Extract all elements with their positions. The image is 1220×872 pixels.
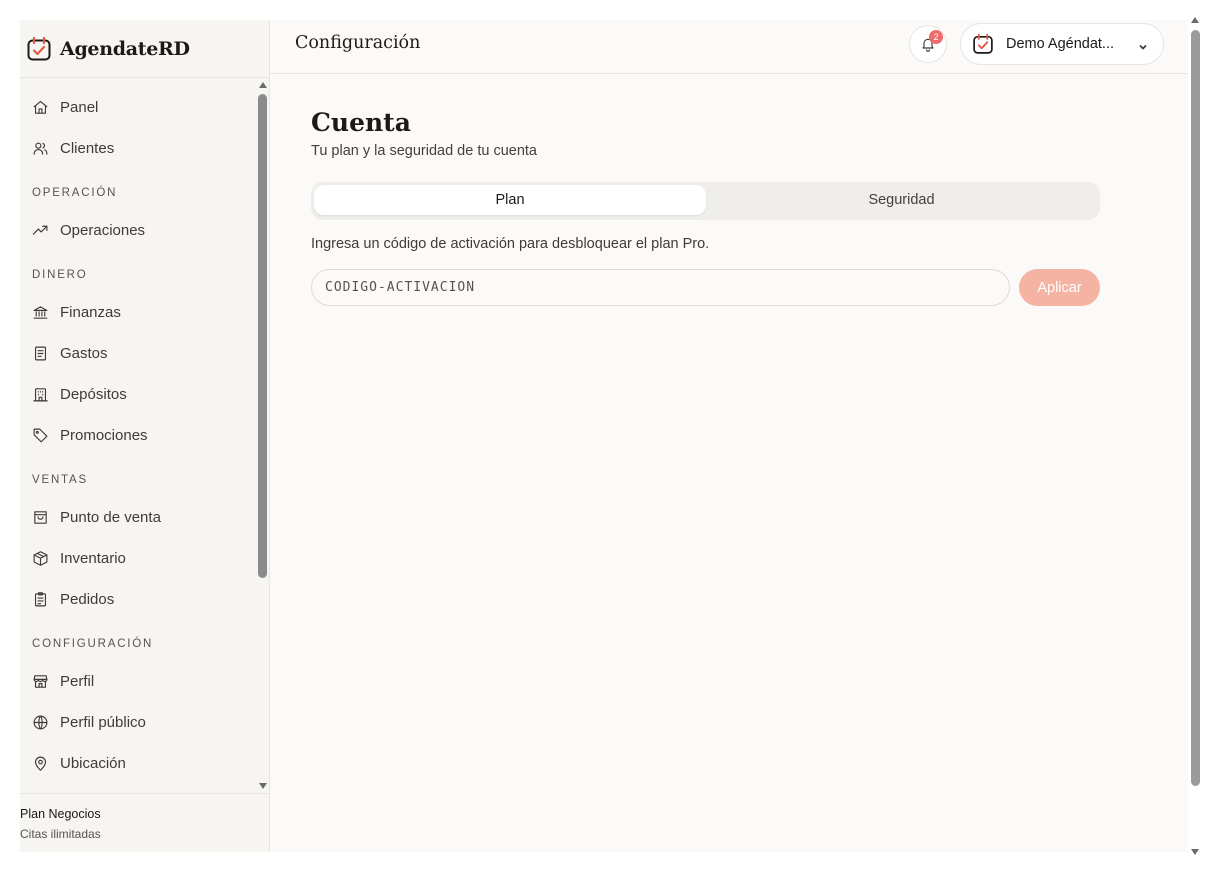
home-icon — [31, 99, 49, 117]
sidebar-item-label: Clientes — [60, 140, 115, 157]
sidebar-item-label: Finanzas — [60, 304, 121, 321]
sidebar-item-panel[interactable]: Panel — [20, 87, 270, 128]
sidebar-item-label: Depósitos — [60, 386, 127, 403]
sidebar-item-perfil[interactable]: Perfil — [20, 661, 270, 702]
window-scrollbar[interactable] — [1188, 17, 1202, 855]
account-menu-button[interactable]: Demo Agéndat... — [960, 23, 1164, 65]
sidebar-item-label: Ubicación — [60, 755, 126, 772]
tag-icon — [31, 427, 49, 445]
sidebar-scrollbar[interactable] — [256, 78, 270, 793]
scroll-down-arrow-icon[interactable] — [259, 783, 267, 789]
sidebar-item-depositos[interactable]: Depósitos — [20, 374, 270, 415]
main-content: Cuenta Tu plan y la seguridad de tu cuen… — [271, 75, 1188, 852]
page-header-title: Configuración — [295, 33, 421, 53]
sidebar-item-inventario[interactable]: Inventario — [20, 538, 270, 579]
tab-seguridad[interactable]: Seguridad — [706, 185, 1097, 215]
sidebar-item-punto-de-venta[interactable]: Punto de venta — [20, 497, 270, 538]
calendar-check-avatar-icon — [973, 33, 993, 54]
map-pin-icon — [31, 755, 49, 773]
scroll-up-arrow-icon[interactable] — [1191, 17, 1199, 23]
window-scroll-thumb[interactable] — [1191, 30, 1200, 786]
sidebar-item-promociones[interactable]: Promociones — [20, 415, 270, 456]
clipboard-icon — [31, 591, 49, 609]
page-title: Cuenta — [311, 108, 411, 137]
sidebar-scroll-thumb[interactable] — [258, 94, 267, 578]
brand[interactable]: AgendateRD — [20, 20, 269, 78]
section-title-dinero: DINERO — [32, 269, 88, 281]
section-title-ventas: VENTAS — [32, 474, 88, 486]
receipt-icon — [31, 345, 49, 363]
sidebar-item-ubicacion[interactable]: Ubicación — [20, 743, 270, 784]
account-name: Demo Agéndat... — [1006, 36, 1115, 52]
sidebar-item-label: Inventario — [60, 550, 126, 567]
plan-name: Plan Negocios — [20, 807, 101, 821]
section-title-operacion: OPERACIÓN — [32, 187, 118, 199]
tab-plan[interactable]: Plan — [314, 185, 706, 215]
bank-icon — [31, 304, 49, 322]
brand-name: AgendateRD — [60, 37, 190, 60]
notifications-button[interactable]: 2 — [909, 25, 947, 63]
app-window: AgendateRD Panel Clientes OPERACIÓN Oper… — [20, 20, 1188, 852]
activation-code-input[interactable] — [311, 269, 1010, 306]
sidebar-item-clientes[interactable]: Clientes — [20, 128, 270, 169]
package-icon — [31, 550, 49, 568]
page-subtitle: Tu plan y la seguridad de tu cuenta — [311, 143, 537, 159]
calendar-check-logo-icon — [27, 36, 51, 60]
globe-icon — [31, 714, 49, 732]
section-title-configuracion: CONFIGURACIÓN — [32, 638, 154, 650]
scroll-down-arrow-icon[interactable] — [1191, 849, 1199, 855]
sidebar: AgendateRD Panel Clientes OPERACIÓN Oper… — [20, 20, 270, 852]
sidebar-item-finanzas[interactable]: Finanzas — [20, 292, 270, 333]
building-icon — [31, 386, 49, 404]
account-tabs: Plan Seguridad — [311, 182, 1100, 220]
sidebar-item-perfil-publico[interactable]: Perfil público — [20, 702, 270, 743]
apply-button[interactable]: Aplicar — [1019, 269, 1100, 306]
sidebar-item-gastos[interactable]: Gastos — [20, 333, 270, 374]
sidebar-nav: Panel Clientes OPERACIÓN Operaciones DIN… — [20, 78, 270, 793]
sidebar-item-label: Promociones — [60, 427, 148, 444]
plan-subtitle: Citas ilimitadas — [20, 827, 101, 841]
notification-badge: 2 — [929, 30, 943, 44]
plan-info: Plan Negocios Citas ilimitadas — [20, 793, 270, 852]
sidebar-item-label: Pedidos — [60, 591, 115, 608]
sidebar-item-operaciones[interactable]: Operaciones — [20, 210, 270, 251]
sidebar-item-pedidos[interactable]: Pedidos — [20, 579, 270, 620]
sidebar-item-label: Panel — [60, 99, 99, 116]
shopping-bag-icon — [31, 509, 49, 527]
sidebar-item-label: Perfil — [60, 673, 95, 690]
trending-up-icon — [31, 222, 49, 240]
sidebar-item-label: Punto de venta — [60, 509, 161, 526]
sidebar-item-label: Operaciones — [60, 222, 146, 239]
scroll-up-arrow-icon[interactable] — [259, 82, 267, 88]
sidebar-item-label: Perfil público — [60, 714, 146, 731]
store-icon — [31, 673, 49, 691]
top-header: Configuración 2 Demo Agéndat... — [271, 20, 1188, 74]
activation-description: Ingresa un código de activación para des… — [311, 236, 710, 252]
chevron-down-icon — [1138, 39, 1148, 50]
users-icon — [31, 140, 49, 158]
sidebar-item-label: Gastos — [60, 345, 108, 362]
